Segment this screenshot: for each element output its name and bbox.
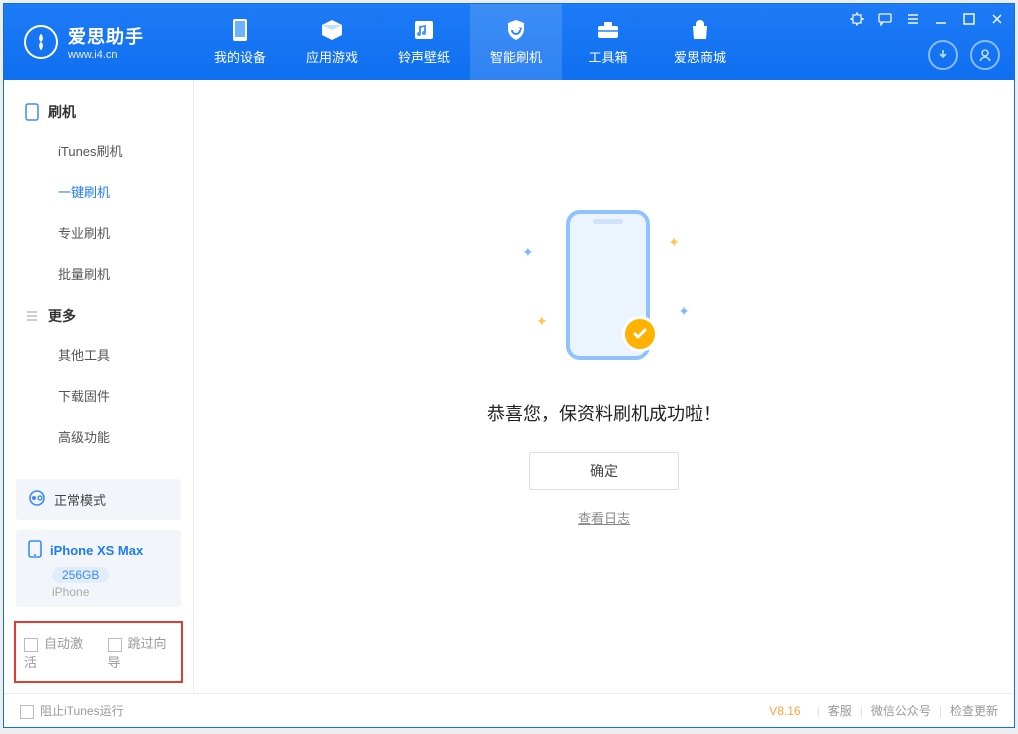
status-left: 阻止iTunes运行 <box>20 702 124 719</box>
app-window: 爱思助手 www.i4.cn 我的设备 应用游戏 铃声壁纸 智能刷机 <box>3 3 1015 728</box>
separator: | <box>817 704 820 718</box>
minimize-icon[interactable] <box>932 10 950 28</box>
tab-label: 我的设备 <box>214 47 266 66</box>
checkbox-icon <box>20 705 34 719</box>
checkbox-icon <box>108 638 122 652</box>
mode-label: 正常模式 <box>54 490 106 509</box>
checkbox-icon <box>24 638 38 652</box>
feedback-icon[interactable] <box>876 10 894 28</box>
separator: | <box>860 704 863 718</box>
check-update-link[interactable]: 检查更新 <box>950 702 998 719</box>
device-phone-icon <box>28 540 42 561</box>
status-bar: 阻止iTunes运行 V8.16 | 客服 | 微信公众号 | 检查更新 <box>4 693 1014 727</box>
tab-ring-wall[interactable]: 铃声壁纸 <box>378 4 470 80</box>
auto-activate-checkbox[interactable]: 自动激活 <box>24 633 90 671</box>
tab-label: 智能刷机 <box>490 47 542 66</box>
device-type: iPhone <box>52 585 169 599</box>
tab-label: 应用游戏 <box>306 47 358 66</box>
brand-text: 爱思助手 www.i4.cn <box>68 23 144 61</box>
check-badge-icon <box>622 316 658 352</box>
toolbox-icon <box>594 19 622 41</box>
nav-tabs: 我的设备 应用游戏 铃声壁纸 智能刷机 工具箱 爱思商城 <box>194 4 746 80</box>
brand: 爱思助手 www.i4.cn <box>4 4 194 80</box>
refresh-shield-icon <box>502 19 530 41</box>
sidebar-section-label: 更多 <box>48 306 76 326</box>
brand-logo-icon <box>24 25 58 59</box>
phone-outline-icon <box>24 104 40 120</box>
sidebar-section-label: 刷机 <box>48 102 76 122</box>
brand-url: www.i4.cn <box>68 49 144 61</box>
mode-card[interactable]: 正常模式 <box>16 479 181 520</box>
options-highlight-box: 自动激活 跳过向导 <box>14 621 183 683</box>
view-log-link[interactable]: 查看日志 <box>578 508 630 527</box>
main-panel: ✦ ✦ ✦ ✦ 恭喜您，保资料刷机成功啦！ 确定 查看日志 <box>194 80 1014 693</box>
sidebar-item-download-firmware[interactable]: 下载固件 <box>4 375 193 416</box>
close-icon[interactable] <box>988 10 1006 28</box>
tab-smart-flash[interactable]: 智能刷机 <box>470 4 562 80</box>
tab-toolbox[interactable]: 工具箱 <box>562 4 654 80</box>
sidebar-item-batch-flash[interactable]: 批量刷机 <box>4 253 193 294</box>
sidebar-section-more: 更多 <box>4 294 193 334</box>
list-icon <box>24 308 40 324</box>
tab-apps-games[interactable]: 应用游戏 <box>286 4 378 80</box>
music-icon <box>410 19 438 41</box>
sidebar-section-flash: 刷机 <box>4 90 193 130</box>
sidebar-scroll: 刷机 iTunes刷机 一键刷机 专业刷机 批量刷机 更多 其他工具 下载固件 … <box>4 80 193 471</box>
bag-icon <box>686 19 714 41</box>
success-illustration: ✦ ✦ ✦ ✦ <box>504 200 704 380</box>
cube-icon <box>318 19 346 41</box>
user-icon[interactable] <box>970 40 1000 70</box>
checkbox-label: 阻止iTunes运行 <box>40 704 124 718</box>
tab-label: 铃声壁纸 <box>398 47 450 66</box>
device-name: iPhone XS Max <box>50 543 143 558</box>
tab-my-device[interactable]: 我的设备 <box>194 4 286 80</box>
skin-icon[interactable] <box>848 10 866 28</box>
sparkle-icon: ✦ <box>668 234 680 251</box>
device-capacity: 256GB <box>52 567 109 583</box>
tab-store[interactable]: 爱思商城 <box>654 4 746 80</box>
maximize-icon[interactable] <box>960 10 978 28</box>
separator: | <box>939 704 942 718</box>
sparkle-icon: ✦ <box>678 303 690 320</box>
status-right: V8.16 | 客服 | 微信公众号 | 检查更新 <box>769 702 998 719</box>
sidebar-item-onekey-flash[interactable]: 一键刷机 <box>4 171 193 212</box>
brand-name: 爱思助手 <box>68 23 144 49</box>
tab-label: 工具箱 <box>588 47 627 66</box>
version-label: V8.16 <box>769 704 800 718</box>
success-message: 恭喜您，保资料刷机成功啦！ <box>487 400 721 426</box>
wechat-link[interactable]: 微信公众号 <box>871 702 931 719</box>
topbar: 爱思助手 www.i4.cn 我的设备 应用游戏 铃声壁纸 智能刷机 <box>4 4 1014 80</box>
tab-label: 爱思商城 <box>674 47 726 66</box>
account-icons <box>928 40 1000 70</box>
window-controls <box>848 10 1006 28</box>
support-link[interactable]: 客服 <box>828 702 852 719</box>
sidebar-item-itunes-flash[interactable]: iTunes刷机 <box>4 130 193 171</box>
sidebar-item-other-tools[interactable]: 其他工具 <box>4 334 193 375</box>
ok-button[interactable]: 确定 <box>529 452 679 490</box>
sparkle-icon: ✦ <box>536 313 548 330</box>
device-icon <box>226 19 254 41</box>
block-itunes-checkbox[interactable]: 阻止iTunes运行 <box>20 702 124 719</box>
sidebar: 刷机 iTunes刷机 一键刷机 专业刷机 批量刷机 更多 其他工具 下载固件 … <box>4 80 194 693</box>
body: 刷机 iTunes刷机 一键刷机 专业刷机 批量刷机 更多 其他工具 下载固件 … <box>4 80 1014 693</box>
menu-icon[interactable] <box>904 10 922 28</box>
skip-wizard-checkbox[interactable]: 跳过向导 <box>108 633 174 671</box>
download-icon[interactable] <box>928 40 958 70</box>
sidebar-item-pro-flash[interactable]: 专业刷机 <box>4 212 193 253</box>
mode-icon <box>28 489 46 510</box>
sparkle-icon: ✦ <box>522 244 534 261</box>
sidebar-item-advanced[interactable]: 高级功能 <box>4 416 193 457</box>
device-card[interactable]: iPhone XS Max 256GB iPhone <box>16 530 181 607</box>
